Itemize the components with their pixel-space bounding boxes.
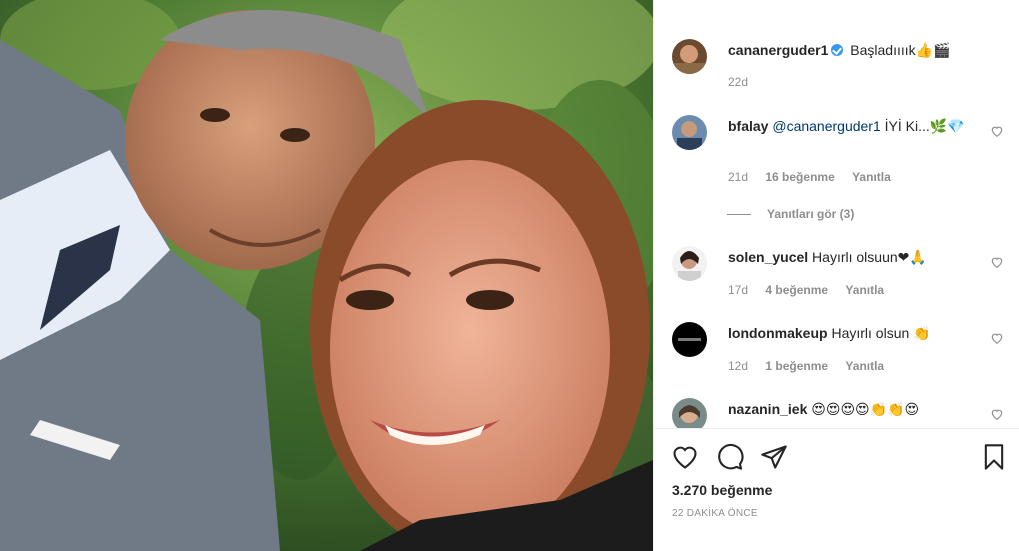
comment-emoji: ❤🙏 bbox=[897, 250, 927, 266]
comment-emoji: 😍😍😍😍👏👏😍 bbox=[811, 402, 920, 418]
post-photo[interactable] bbox=[0, 0, 653, 551]
reply-button[interactable]: Yanıtla bbox=[852, 170, 891, 184]
comment-emoji: 🌿💎 bbox=[929, 119, 965, 135]
caption-body: Başladıııık bbox=[850, 42, 916, 58]
heart-small-icon[interactable] bbox=[990, 407, 1004, 421]
replies-divider bbox=[727, 214, 751, 216]
reply-button[interactable]: Yanıtla bbox=[845, 283, 884, 297]
heart-small-icon[interactable] bbox=[990, 124, 1004, 138]
comment-body: İYİ Ki... bbox=[884, 118, 930, 134]
comment-emoji: 👏 bbox=[913, 326, 931, 342]
heart-small-icon[interactable] bbox=[990, 255, 1004, 269]
heart-small-icon[interactable] bbox=[990, 331, 1004, 345]
comment-likes[interactable]: 16 beğenme bbox=[765, 170, 834, 184]
comment-time[interactable]: 12d bbox=[728, 359, 748, 373]
view-replies-button[interactable]: Yanıtları gör (3) bbox=[727, 207, 854, 221]
caption-meta: 22d bbox=[728, 75, 762, 89]
author-username[interactable]: cananerguder1 bbox=[728, 42, 828, 58]
comment-likes[interactable]: 4 beğenme bbox=[765, 283, 828, 297]
post-sidebar: cananerguder1 Başladıııık👍🎬 22d bfalay @… bbox=[653, 0, 1019, 551]
caption-time[interactable]: 22d bbox=[728, 75, 748, 89]
comment-meta: 21d 16 beğenme Yanıtla bbox=[728, 170, 905, 184]
like-count[interactable]: 3.270 beğenme bbox=[672, 482, 772, 498]
comment-likes[interactable]: 1 beğenme bbox=[765, 359, 828, 373]
comment-time[interactable]: 21d bbox=[728, 170, 748, 184]
commenter-avatar[interactable] bbox=[672, 115, 707, 150]
post-actions: 3.270 beğenme 22 DAKİKA ÖNCE bbox=[654, 428, 1019, 551]
comment-body: Hayırlı olsuun bbox=[812, 249, 898, 265]
commenter-avatar[interactable] bbox=[672, 246, 707, 281]
comment-text: bfalay @cananerguder1 İYİ Ki...🌿💎 bbox=[728, 117, 968, 136]
verified-badge-icon bbox=[831, 44, 844, 56]
comment-text: solen_yucel Hayırlı olsuun❤🙏 bbox=[728, 248, 968, 267]
comment-meta: 17d 4 beğenme Yanıtla bbox=[728, 283, 898, 297]
comment-icon[interactable] bbox=[716, 443, 744, 471]
heart-icon[interactable] bbox=[671, 443, 699, 471]
commenter-avatar[interactable] bbox=[672, 398, 707, 428]
commenter-avatar[interactable] bbox=[672, 322, 707, 357]
caption-text: cananerguder1 Başladıııık👍🎬 bbox=[728, 41, 968, 60]
post-timestamp[interactable]: 22 DAKİKA ÖNCE bbox=[672, 508, 758, 519]
view-replies-label: Yanıtları gör (3) bbox=[767, 207, 855, 221]
comment-body: Hayırlı olsun bbox=[831, 325, 910, 341]
author-avatar[interactable] bbox=[672, 39, 707, 74]
comments-list[interactable]: cananerguder1 Başladıııık👍🎬 22d bfalay @… bbox=[654, 0, 1019, 428]
comment-text: nazanin_iek 😍😍😍😍👏👏😍 bbox=[728, 400, 968, 419]
comment-mention[interactable]: @cananerguder1 bbox=[772, 118, 880, 134]
comment-username[interactable]: solen_yucel bbox=[728, 249, 808, 265]
comment-text: londonmakeup Hayırlı olsun 👏 bbox=[728, 324, 968, 343]
bookmark-icon[interactable] bbox=[980, 443, 1008, 471]
selfie-image bbox=[0, 0, 653, 551]
comment-time[interactable]: 17d bbox=[728, 283, 748, 297]
comment-username[interactable]: londonmakeup bbox=[728, 325, 828, 341]
comment-username[interactable]: bfalay bbox=[728, 118, 768, 134]
comment-meta: 12d 1 beğenme Yanıtla bbox=[728, 359, 898, 373]
comment-username[interactable]: nazanin_iek bbox=[728, 401, 807, 417]
reply-button[interactable]: Yanıtla bbox=[845, 359, 884, 373]
caption-emoji: 👍🎬 bbox=[915, 43, 951, 59]
share-icon[interactable] bbox=[760, 443, 788, 471]
